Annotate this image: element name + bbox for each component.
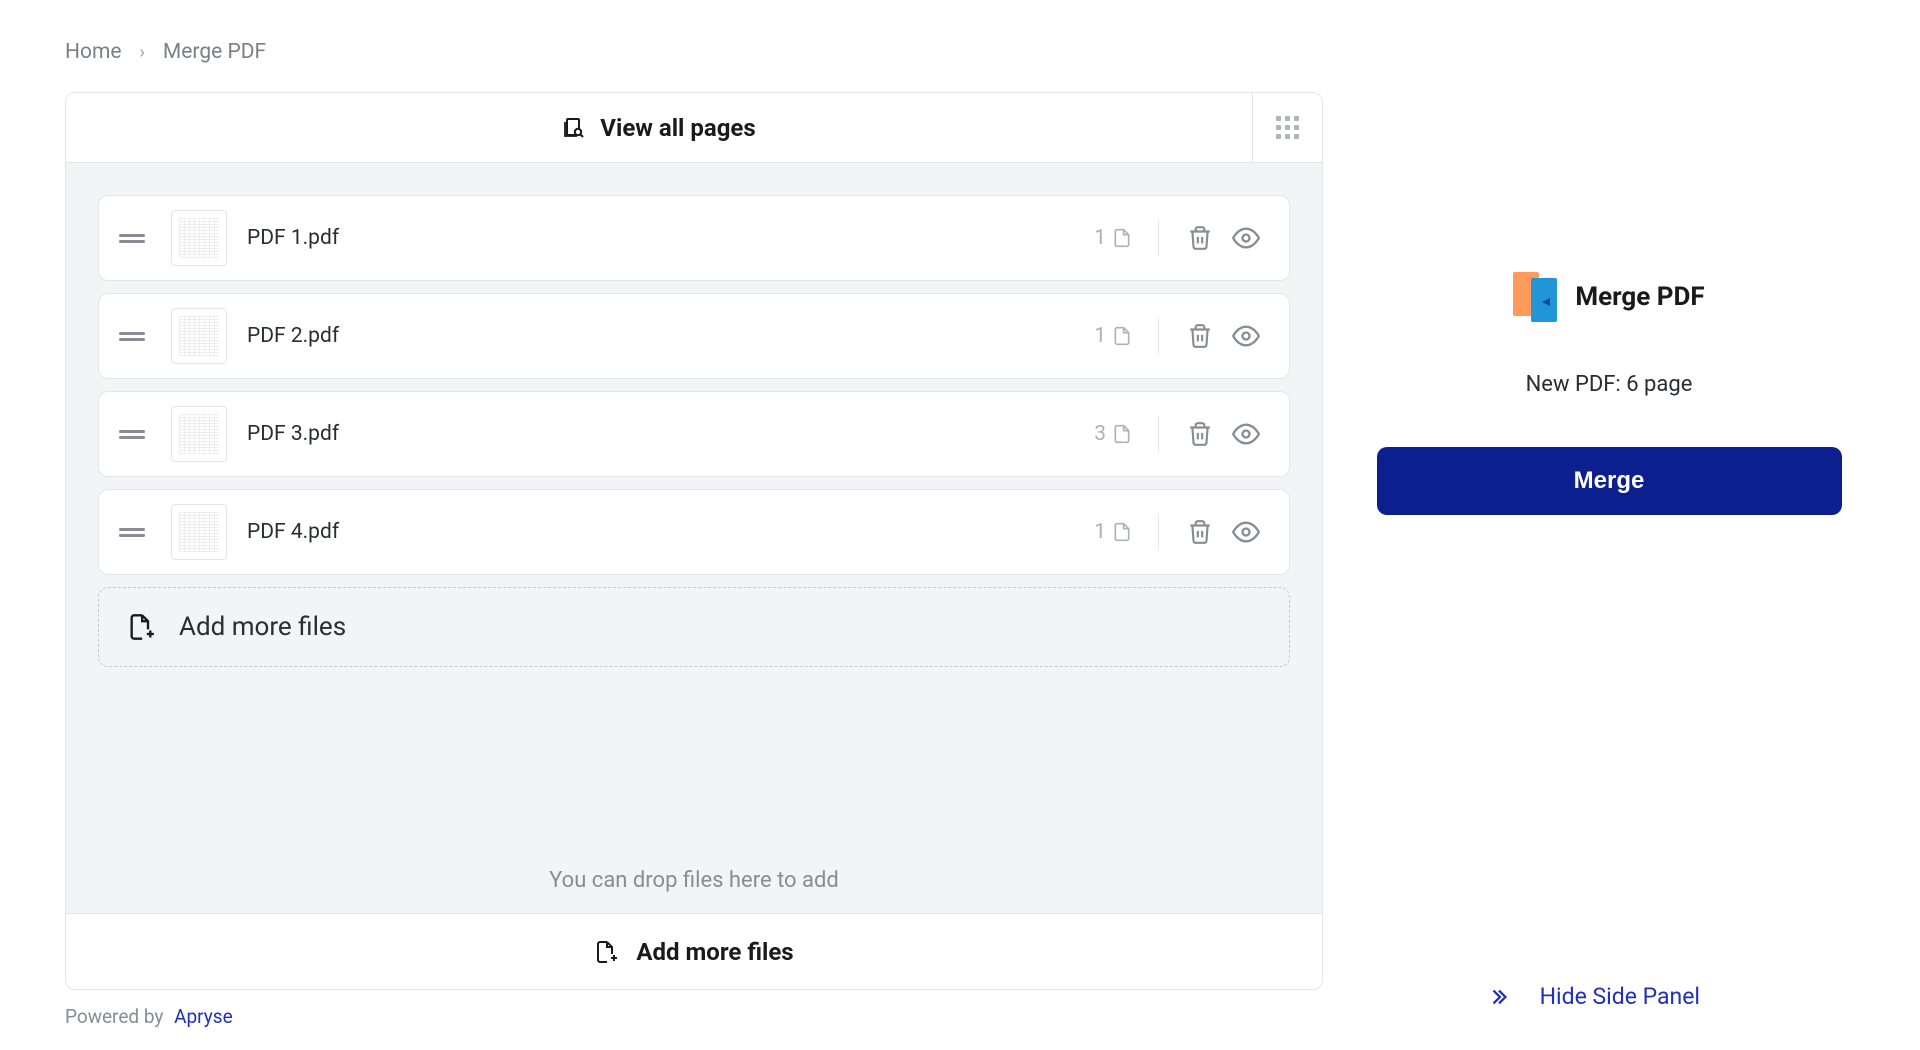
file-name: PDF 2.pdf <box>247 324 1094 348</box>
file-row: PDF 3.pdf 3 <box>98 391 1290 477</box>
drop-hint: You can drop files here to add <box>66 868 1322 893</box>
file-row: PDF 2.pdf 1 <box>98 293 1290 379</box>
file-thumbnail <box>171 504 227 560</box>
breadcrumb-current: Merge PDF <box>163 40 266 64</box>
file-thumbnail <box>171 406 227 462</box>
drag-handle-icon[interactable] <box>119 528 145 537</box>
page-count: 1 <box>1094 226 1132 250</box>
drag-handle-icon[interactable] <box>119 430 145 439</box>
merge-pdf-icon <box>1513 272 1557 322</box>
file-thumbnail <box>171 210 227 266</box>
powered-by-link[interactable]: Apryse <box>174 1005 233 1028</box>
panel-header: View all pages <box>66 93 1322 163</box>
chevrons-right-icon <box>1488 986 1510 1008</box>
add-file-icon <box>594 940 618 964</box>
divider <box>1158 318 1159 354</box>
divider <box>1158 514 1159 550</box>
delete-button[interactable] <box>1185 419 1215 449</box>
add-more-files-dashed[interactable]: Add more files <box>98 587 1290 667</box>
hide-side-panel-label: Hide Side Panel <box>1540 983 1700 1010</box>
view-all-pages-button[interactable]: View all pages <box>66 114 1252 142</box>
page-summary: New PDF: 6 page <box>1363 372 1855 397</box>
files-panel: View all pages PDF 1.pdf <box>65 92 1323 990</box>
powered-by-prefix: Powered by <box>65 1005 163 1028</box>
files-area: PDF 1.pdf 1 <box>66 163 1322 913</box>
add-more-files-footer-button[interactable]: Add more files <box>66 913 1322 989</box>
page-count: 1 <box>1094 520 1132 544</box>
add-file-icon <box>127 613 155 641</box>
drag-handle-icon[interactable] <box>119 332 145 341</box>
page-count: 1 <box>1094 324 1132 348</box>
preview-button[interactable] <box>1231 419 1261 449</box>
preview-button[interactable] <box>1231 223 1261 253</box>
hide-side-panel-button[interactable]: Hide Side Panel <box>1488 983 1700 1010</box>
view-all-pages-label: View all pages <box>600 114 755 142</box>
delete-button[interactable] <box>1185 321 1215 351</box>
side-panel-title: Merge PDF <box>1575 282 1704 312</box>
pages-search-icon <box>562 116 586 140</box>
file-row: PDF 1.pdf 1 <box>98 195 1290 281</box>
chevron-right-icon: › <box>140 42 145 63</box>
side-panel: Merge PDF New PDF: 6 page Merge <box>1363 92 1855 990</box>
divider <box>1158 416 1159 452</box>
drag-handle-icon[interactable] <box>119 234 145 243</box>
delete-button[interactable] <box>1185 223 1215 253</box>
powered-by: Powered by Apryse <box>65 1005 233 1028</box>
merge-button[interactable]: Merge <box>1377 447 1842 515</box>
preview-button[interactable] <box>1231 321 1261 351</box>
page-count: 3 <box>1094 422 1132 446</box>
grid-icon <box>1276 116 1299 139</box>
file-name: PDF 3.pdf <box>247 422 1094 446</box>
file-row: PDF 4.pdf 1 <box>98 489 1290 575</box>
preview-button[interactable] <box>1231 517 1261 547</box>
add-more-files-label: Add more files <box>179 612 346 642</box>
breadcrumb: Home › Merge PDF <box>65 40 1855 64</box>
file-name: PDF 4.pdf <box>247 520 1094 544</box>
file-name: PDF 1.pdf <box>247 226 1094 250</box>
delete-button[interactable] <box>1185 517 1215 547</box>
breadcrumb-home[interactable]: Home <box>65 40 122 64</box>
add-more-files-footer-label: Add more files <box>636 938 793 966</box>
grid-view-button[interactable] <box>1252 93 1322 162</box>
file-thumbnail <box>171 308 227 364</box>
divider <box>1158 220 1159 256</box>
